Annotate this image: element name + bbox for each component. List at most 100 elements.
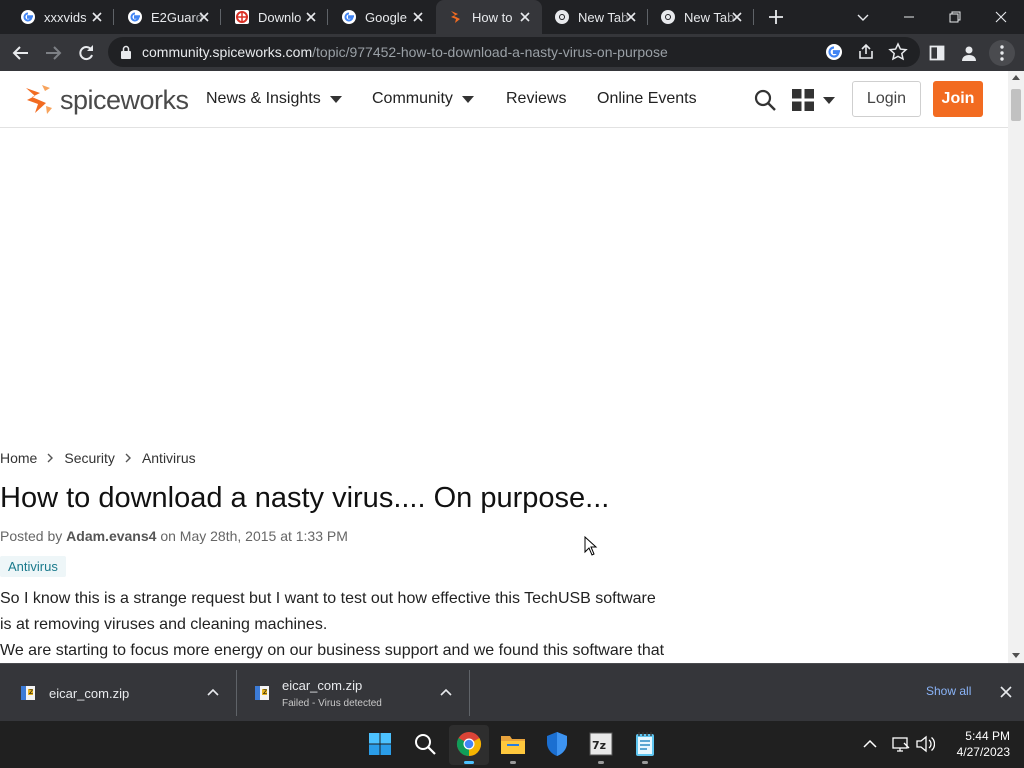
url-host: community.spiceworks.com [142,44,313,60]
taskbar-search-button[interactable] [412,731,438,757]
taskbar-notepad[interactable] [632,731,658,764]
nav-community[interactable]: Community [372,90,474,108]
start-button[interactable] [367,731,393,757]
side-panel-icon [929,45,945,61]
lock-icon[interactable] [120,45,132,59]
download-separator [469,670,470,716]
author-link[interactable]: Adam.evans4 [66,528,156,544]
tab-1[interactable]: E2Guard [107,0,221,34]
running-indicator [510,761,516,764]
breadcrumb-security[interactable]: Security [64,450,115,466]
download-filename: eicar_com.zip [49,685,130,701]
apps-grid-icon [792,89,814,111]
taskbar-chrome[interactable] [456,731,482,764]
address-bar[interactable]: community.spiceworks.com/topic/977452-ho… [108,37,920,67]
google-lens-icon[interactable] [824,42,844,62]
tab-2[interactable]: Downlo [214,0,328,34]
breadcrumb: Home Security Antivirus [0,450,196,466]
close-icon[interactable] [411,10,425,24]
chevron-right-icon [47,453,54,463]
spiceworks-logo[interactable]: spiceworks [22,81,189,119]
tab-6[interactable]: New Tab [648,0,754,34]
post-meta: Posted by Adam.evans4 on May 28th, 2015 … [0,528,348,544]
search-icon [415,734,436,755]
taskbar-windows-security[interactable] [544,731,570,757]
taskbar-7zip[interactable]: 7z [588,731,614,764]
nav-news-insights[interactable]: News & Insights [206,90,342,108]
chevron-down-icon [857,14,869,21]
caret-down-icon [329,95,342,103]
chrome-icon [555,10,569,24]
tab-4-active[interactable]: How to [436,0,542,34]
chevron-right-icon [125,453,131,463]
running-indicator [598,761,604,764]
tab-5[interactable]: New Tab [542,0,648,34]
browser-toolbar: community.spiceworks.com/topic/977452-ho… [0,34,1024,71]
search-icon[interactable] [753,88,777,112]
minimize-button[interactable] [886,0,932,34]
close-icon[interactable] [624,10,638,24]
zip-file-icon: Z [255,686,269,700]
close-icon[interactable] [730,10,744,24]
login-button[interactable]: Login [852,81,921,117]
close-icon[interactable] [518,10,532,24]
apps-menu-button[interactable] [791,87,839,113]
chevron-up-icon[interactable] [440,687,452,697]
taskbar-file-explorer[interactable] [500,731,526,764]
post-body-line: So I know this is a strange request but … [0,590,656,607]
svg-text:Z: Z [29,689,33,696]
window-close-button[interactable] [978,0,1024,34]
close-icon[interactable] [304,10,318,24]
chrome-icon [456,732,482,756]
side-panel-button[interactable] [924,40,950,66]
download-item-failed[interactable]: Z eicar_com.zip Failed - Virus detected [254,664,382,722]
scroll-up-arrow-icon[interactable] [1012,75,1020,80]
post-date: on May 28th, 2015 at 1:33 PM [156,528,348,544]
mouse-cursor-icon [584,536,598,556]
taskbar-clock[interactable]: 5:44 PM 4/27/2023 [940,728,1010,760]
bookmark-star-icon[interactable] [888,42,908,62]
download-item[interactable]: Z eicar_com.zip [20,664,129,722]
join-button[interactable]: Join [933,81,983,117]
minimize-icon [904,16,914,18]
logo-text: spiceworks [60,84,189,115]
chevron-up-icon[interactable] [860,734,880,754]
close-icon[interactable] [197,10,211,24]
page-scrollbar[interactable] [1008,71,1024,663]
tab-search-button[interactable] [840,0,886,34]
scroll-down-arrow-icon[interactable] [1012,653,1020,658]
svg-text:7z: 7z [592,739,606,752]
breadcrumb-home[interactable]: Home [0,450,37,466]
folder-icon [501,736,525,754]
share-icon[interactable] [856,42,876,62]
tab-separator [753,9,754,25]
nav-online-events[interactable]: Online Events [597,90,697,108]
profile-button[interactable] [956,40,982,66]
post-body: So I know this is a strange request but … [0,586,680,664]
url-text[interactable]: community.spiceworks.com/topic/977452-ho… [142,44,668,60]
post-body-line: is at removing viruses and cleaning mach… [0,616,328,633]
reload-button[interactable] [73,40,99,66]
back-button[interactable] [8,40,34,66]
chrome-menu-button[interactable] [989,40,1015,66]
back-arrow-icon [12,46,28,60]
topic-tag[interactable]: Antivirus [0,556,66,577]
network-icon[interactable] [891,734,911,754]
download-site-icon [235,10,249,24]
show-all-downloads-button[interactable]: Show all [926,684,971,698]
breadcrumb-antivirus[interactable]: Antivirus [142,450,196,466]
shield-icon [547,732,567,756]
restore-button[interactable] [932,0,978,34]
new-tab-icon[interactable] [766,7,786,27]
running-indicator [642,761,648,764]
close-icon[interactable] [999,685,1013,699]
forward-button[interactable] [40,40,66,66]
tab-3[interactable]: Google [321,0,435,34]
scrollbar-thumb[interactable] [1011,89,1021,121]
close-icon[interactable] [90,10,104,24]
chevron-up-icon[interactable] [207,687,219,697]
volume-icon[interactable] [915,734,935,754]
tab-0[interactable]: xxxvids [0,0,114,34]
google-icon [342,10,356,24]
nav-reviews[interactable]: Reviews [506,90,566,108]
